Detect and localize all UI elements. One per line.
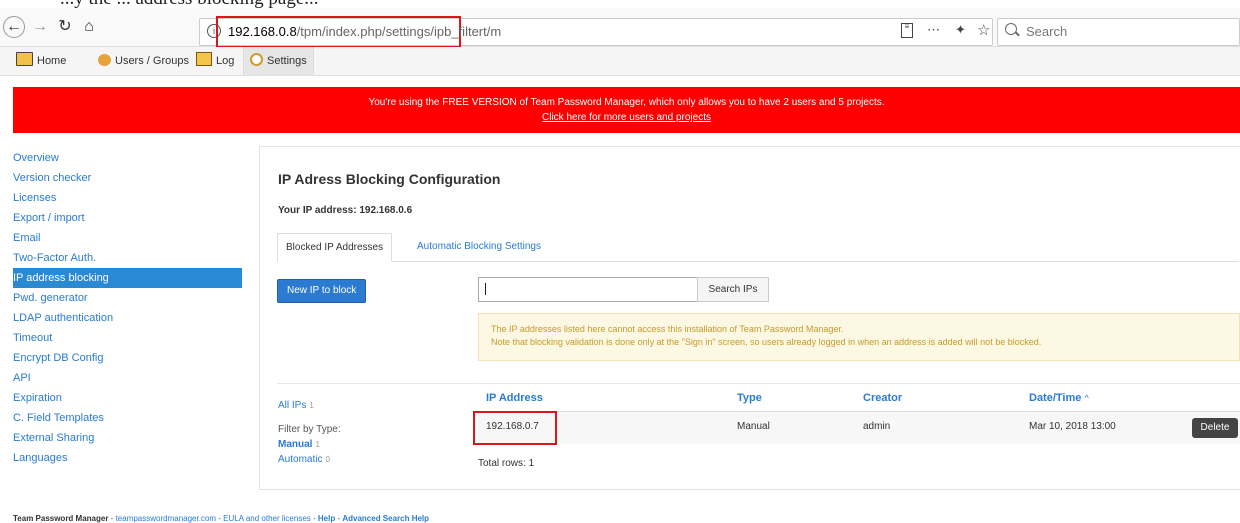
text-caret <box>485 283 486 295</box>
url-text: 192.168.0.8/tpm/index.php/settings/ipb_f… <box>228 24 501 39</box>
total-rows: Total rows: 1 <box>478 458 535 469</box>
sidebar-item-languages[interactable]: Languages <box>13 448 242 468</box>
cell-datetime: Mar 10, 2018 13:00 <box>1029 421 1116 432</box>
nav-users-label: Users / Groups <box>115 55 189 67</box>
info-warning-box: The IP addresses listed here cannot acce… <box>478 313 1240 361</box>
log-icon <box>196 52 212 66</box>
nav-home-label: Home <box>37 55 67 67</box>
main-panel: IP Adress Blocking Configuration Your IP… <box>259 146 1240 490</box>
blocked-ip-table: IP Address Type Creator Date/Time ^ 192.… <box>473 383 1240 469</box>
footer-help-link[interactable]: Help <box>318 514 335 523</box>
settings-sidebar: Overview Version checker Licenses Export… <box>13 148 242 468</box>
filter-all-label: All IPs <box>278 400 307 411</box>
bookmark-star-icon[interactable]: ☆ <box>977 21 990 39</box>
search-placeholder: Search <box>1026 24 1068 39</box>
sidebar-item-pwd-generator[interactable]: Pwd. generator <box>13 288 242 308</box>
sort-asc-icon: ^ <box>1084 393 1089 403</box>
gear-icon <box>250 53 263 66</box>
your-ip-label: Your IP address: 192.168.0.6 <box>278 205 413 216</box>
sidebar-item-ip-blocking[interactable]: IP address blocking <box>13 268 242 288</box>
new-ip-button[interactable]: New IP to block <box>277 279 367 303</box>
footer-site-link[interactable]: teampasswordmanager.com <box>116 514 217 523</box>
filter-automatic-label: Automatic <box>278 454 323 465</box>
back-arrow-icon[interactable]: ← <box>3 16 25 38</box>
cropped-caption: ...y the ... address blocking page... <box>0 0 1240 9</box>
forward-arrow-icon[interactable]: → <box>29 16 51 38</box>
footer-adv-help-link[interactable]: Advanced Search Help <box>342 514 429 523</box>
col-header-datetime-label: Date/Time <box>1029 392 1082 404</box>
sidebar-item-export-import[interactable]: Export / import <box>13 208 242 228</box>
filter-by-type-label: Filter by Type: <box>278 424 341 435</box>
sidebar-item-external-sharing[interactable]: External Sharing <box>13 428 242 448</box>
app-navbar: Home Users / Groups Log Settings <box>0 47 1240 76</box>
filter-all-ips[interactable]: All IPs 1 <box>278 400 314 411</box>
filter-manual[interactable]: Manual 1 <box>278 439 320 450</box>
filter-automatic-count: 0 <box>325 455 330 464</box>
cell-type: Manual <box>737 421 770 432</box>
url-host: 192.168.0.8 <box>228 24 297 39</box>
sidebar-item-expiration[interactable]: Expiration <box>13 388 242 408</box>
banner-message: You're using the FREE VERSION of Team Pa… <box>368 97 885 108</box>
footer-sep-3: - <box>310 514 318 523</box>
nav-home[interactable]: Home <box>16 47 66 75</box>
footer-sep-1: - <box>108 514 116 523</box>
url-bar[interactable]: i 192.168.0.8/tpm/index.php/settings/ipb… <box>199 16 993 48</box>
sidebar-item-email[interactable]: Email <box>13 228 242 248</box>
sidebar-item-licenses[interactable]: Licenses <box>13 188 242 208</box>
filter-manual-count: 1 <box>315 440 320 449</box>
page-title: IP Adress Blocking Configuration <box>278 171 501 187</box>
search-ip-input[interactable] <box>478 277 698 302</box>
tab-bar: Blocked IP Addresses Automatic Blocking … <box>277 233 1239 262</box>
reader-view-icon[interactable]: ≡ <box>901 23 913 38</box>
free-version-banner: You're using the FREE VERSION of Team Pa… <box>13 87 1240 133</box>
footer: Team Password Manager - teampasswordmana… <box>13 514 429 523</box>
upgrade-link[interactable]: Click here for more users and projects <box>13 110 1240 125</box>
nav-log-label: Log <box>216 55 235 67</box>
nav-settings-label: Settings <box>267 55 307 67</box>
sidebar-item-field-templates[interactable]: C. Field Templates <box>13 408 242 428</box>
filter-area: All IPs 1 Filter by Type: Manual 1 Automat… <box>277 383 477 465</box>
url-path: /tpm/index.php/settings/ipb_filtert/m <box>296 24 502 39</box>
sidebar-item-overview[interactable]: Overview <box>13 148 242 168</box>
search-icon <box>1005 23 1017 35</box>
footer-brand: Team Password Manager <box>13 514 109 523</box>
reload-icon[interactable]: ↻ <box>54 16 76 38</box>
col-header-type[interactable]: Type <box>737 392 762 404</box>
nav-log[interactable]: Log <box>196 47 234 75</box>
tab-automatic-settings[interactable]: Automatic Blocking Settings <box>409 233 549 260</box>
warning-line-1: The IP addresses listed here cannot acce… <box>491 324 844 334</box>
sidebar-item-api[interactable]: API <box>13 368 242 388</box>
sidebar-item-encrypt-db[interactable]: Encrypt DB Config <box>13 348 242 368</box>
filter-manual-label: Manual <box>278 439 313 450</box>
delete-button[interactable]: Delete <box>1192 418 1238 438</box>
tab-blocked-ips[interactable]: Blocked IP Addresses <box>277 233 393 262</box>
filter-all-count: 1 <box>309 401 314 410</box>
home-icon[interactable]: ⌂ <box>78 16 100 38</box>
col-header-ip[interactable]: IP Address <box>486 392 543 404</box>
search-ips-button[interactable]: Search IPs <box>697 277 769 302</box>
browser-search-box[interactable]: Search <box>997 18 1240 46</box>
more-actions-icon[interactable]: ⋯ <box>927 22 940 38</box>
ip-highlight-box <box>473 411 557 445</box>
col-header-creator[interactable]: Creator <box>863 392 902 404</box>
sidebar-item-ldap[interactable]: LDAP authentication <box>13 308 242 328</box>
browser-toolbar: ← → ↻ ⌂ i 192.168.0.8/tpm/index.php/sett… <box>0 8 1240 48</box>
sidebar-item-timeout[interactable]: Timeout <box>13 328 242 348</box>
pocket-icon[interactable]: ✦ <box>955 22 966 38</box>
warning-line-2: Note that blocking validation is done on… <box>491 337 1042 347</box>
cell-creator: admin <box>863 421 891 432</box>
filter-automatic[interactable]: Automatic 0 <box>278 454 330 465</box>
footer-eula-link[interactable]: EULA and other licenses <box>223 514 311 523</box>
home-icon <box>16 52 33 66</box>
users-icon <box>98 54 111 66</box>
table-row: 192.168.0.7 Manual admin Mar 10, 2018 13… <box>473 411 1240 445</box>
col-header-datetime[interactable]: Date/Time ^ <box>1029 392 1089 404</box>
nav-settings[interactable]: Settings <box>243 47 314 75</box>
sidebar-item-version-checker[interactable]: Version checker <box>13 168 242 188</box>
nav-users-groups[interactable]: Users / Groups <box>98 47 189 75</box>
sidebar-item-two-factor[interactable]: Two-Factor Auth. <box>13 248 242 268</box>
